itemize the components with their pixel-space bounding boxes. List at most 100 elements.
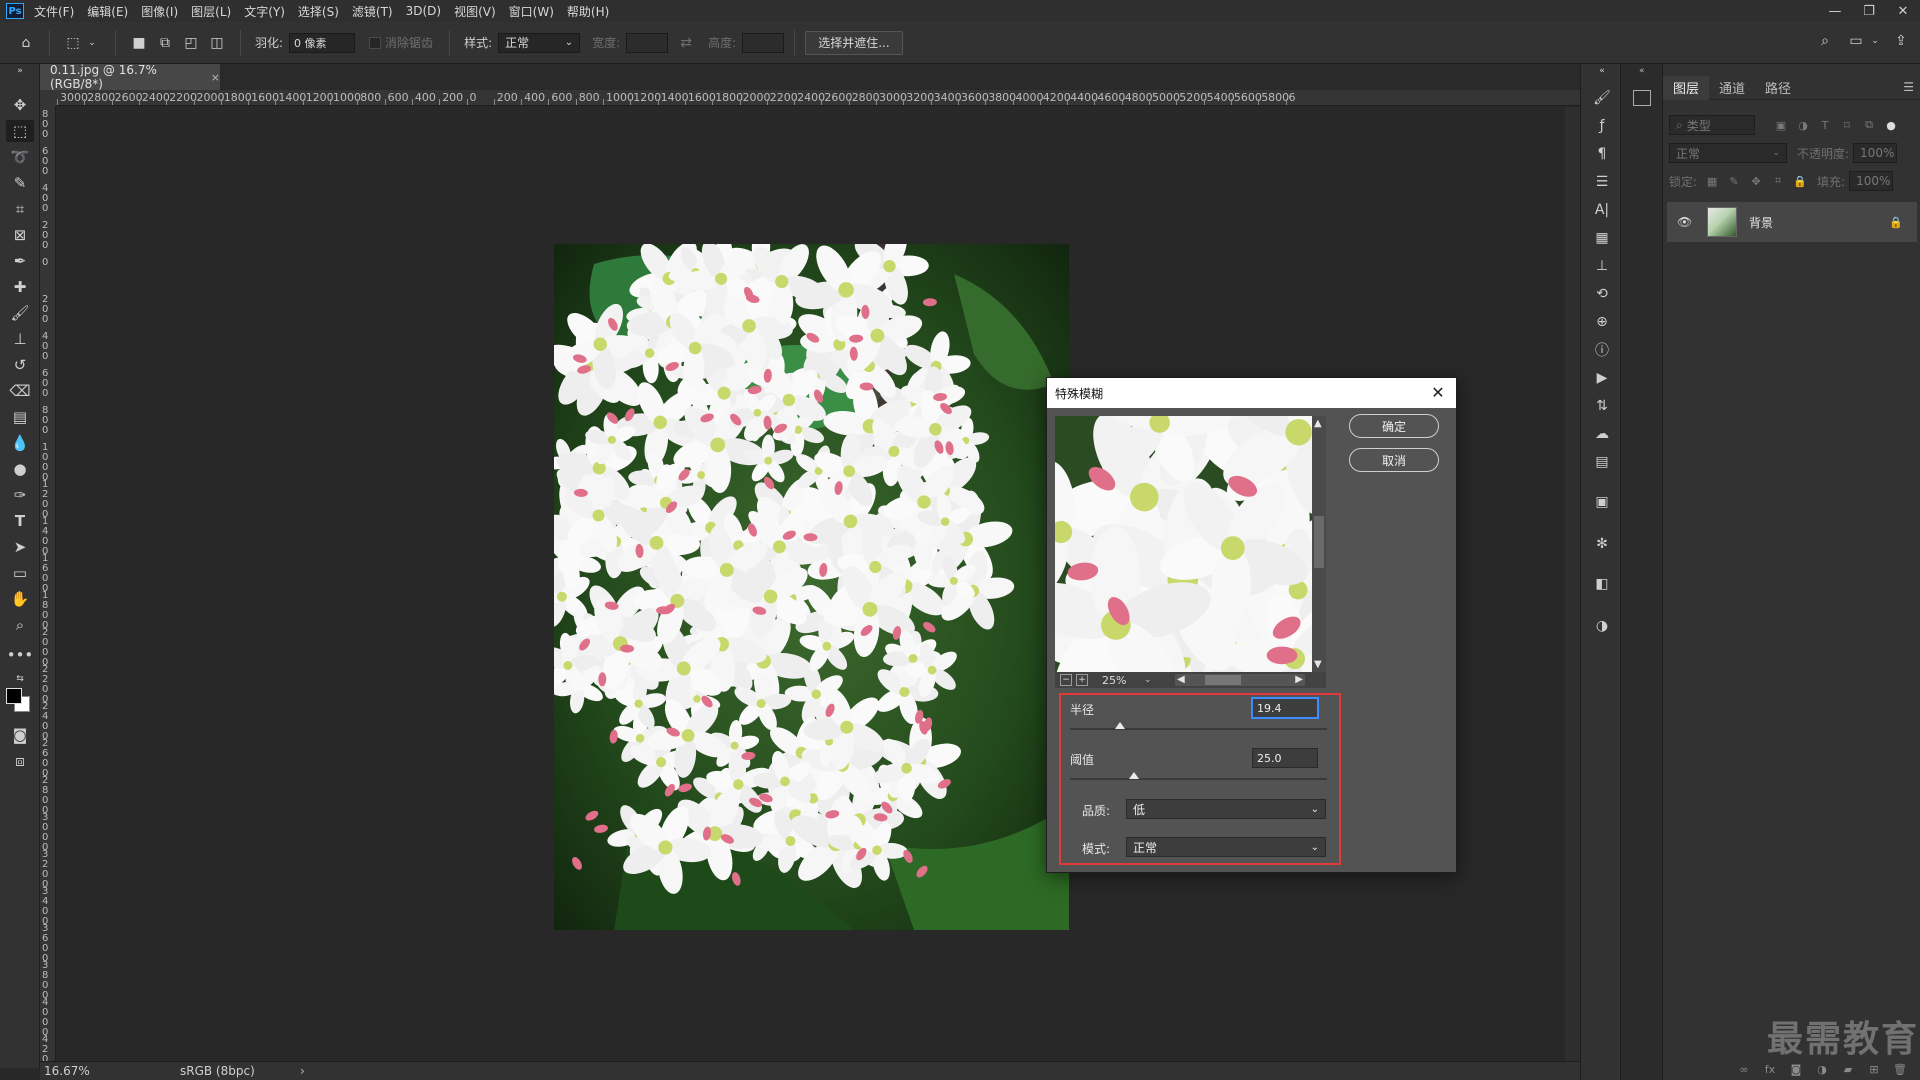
scroll-right-arrow-icon[interactable]: ▶ xyxy=(1295,674,1303,685)
gear-icon[interactable]: ✻ xyxy=(1591,534,1613,554)
link-layers-icon[interactable]: ∞ xyxy=(1736,1061,1752,1077)
preview-horizontal-scrollbar[interactable]: ◀ ▶ xyxy=(1175,674,1305,686)
close-icon[interactable]: × xyxy=(211,71,220,84)
brush-settings-icon[interactable]: 🖌 xyxy=(1591,88,1613,108)
menu-select[interactable]: 选择(S) xyxy=(298,3,339,20)
menu-view[interactable]: 视图(V) xyxy=(454,3,496,20)
lock-transparent-icon[interactable]: ▦ xyxy=(1704,173,1720,189)
search-icon[interactable]: ⌕ xyxy=(1815,31,1835,51)
document-image[interactable] xyxy=(554,244,1069,930)
preview-horizontal-thumb[interactable] xyxy=(1205,675,1241,685)
share-icon[interactable]: ⇪ xyxy=(1891,31,1911,51)
adjustments-icon[interactable]: ⇅ xyxy=(1591,396,1613,416)
lasso-tool-icon[interactable]: ➰ xyxy=(6,146,34,168)
select-and-mask-button[interactable]: 选择并遮住... xyxy=(805,30,903,55)
shape-filter-icon[interactable]: ⌑ xyxy=(1839,117,1855,133)
layer-name[interactable]: 背景 xyxy=(1749,214,1773,231)
menu-help[interactable]: 帮助(H) xyxy=(567,3,609,20)
height-input[interactable] xyxy=(742,32,785,53)
dialog-title-bar[interactable]: 特殊模糊 ✕ xyxy=(1047,378,1456,408)
foreground-color-swatch[interactable] xyxy=(6,688,22,704)
style-select[interactable]: 正常 ⌄ xyxy=(498,32,581,53)
quick-mask-icon[interactable]: ◙ xyxy=(6,724,34,746)
feather-input[interactable]: 0 像素 xyxy=(289,32,356,53)
menu-file[interactable]: 文件(F) xyxy=(34,3,74,20)
swap-icon[interactable]: ⇄ xyxy=(676,33,696,53)
layer-filter-select[interactable]: ⌕ 类型 xyxy=(1669,115,1755,135)
expand-toolbar-icon[interactable]: » xyxy=(6,66,34,76)
add-mask-icon[interactable]: ◙ xyxy=(1788,1061,1804,1077)
eyedropper-tool-icon[interactable]: ✒ xyxy=(6,250,34,272)
opacity-input[interactable]: 100% xyxy=(1853,143,1898,163)
intersect-selection-icon[interactable]: ◫ xyxy=(207,33,227,53)
healing-brush-tool-icon[interactable]: ✚ xyxy=(6,276,34,298)
chevron-down-icon[interactable]: ⌄ xyxy=(1865,31,1885,51)
collapse-icon[interactable]: « xyxy=(1591,66,1613,76)
new-adjustment-icon[interactable]: ◑ xyxy=(1814,1061,1830,1077)
hand-tool-icon[interactable]: ✋ xyxy=(6,588,34,610)
pen-tool-icon[interactable]: ✑ xyxy=(6,484,34,506)
blend-mode-select[interactable]: 正常 ⌄ xyxy=(1669,143,1787,163)
filter-preview[interactable] xyxy=(1055,416,1312,672)
type-tool-icon[interactable]: T xyxy=(6,510,34,532)
notes-icon[interactable]: ▣ xyxy=(1591,492,1613,512)
table-icon[interactable]: ▤ xyxy=(1591,452,1613,472)
close-window-button[interactable]: ✕ xyxy=(1886,0,1920,22)
visibility-eye-icon[interactable]: 👁 xyxy=(1677,215,1699,229)
clone-stamp-tool-icon[interactable]: ⊥ xyxy=(6,328,34,350)
menu-edit[interactable]: 编辑(E) xyxy=(87,3,128,20)
add-selection-icon[interactable]: ⧉ xyxy=(155,33,175,53)
preview-vertical-thumb[interactable] xyxy=(1314,516,1324,568)
cancel-button[interactable]: 取消 xyxy=(1349,448,1439,472)
tab-layers[interactable]: 图层 xyxy=(1663,75,1710,100)
zoom-in-icon[interactable]: + xyxy=(1076,674,1088,686)
eraser-tool-icon[interactable]: ⌫ xyxy=(6,380,34,402)
rect-marquee-tool-icon[interactable]: ⬚ xyxy=(6,120,34,142)
new-layer-icon[interactable]: ⊞ xyxy=(1866,1061,1882,1077)
type-filter-icon[interactable]: T xyxy=(1817,117,1833,133)
adjustment-filter-icon[interactable]: ◑ xyxy=(1795,117,1811,133)
mode-select[interactable]: 正常 ⌄ xyxy=(1126,837,1326,857)
more-tools-icon[interactable]: ••• xyxy=(6,644,34,666)
character-icon[interactable]: A| xyxy=(1591,200,1613,220)
clone-source-icon[interactable]: ⊥ xyxy=(1591,256,1613,276)
menu-image[interactable]: 图像(I) xyxy=(141,3,178,20)
crop-tool-icon[interactable]: ⌗ xyxy=(6,198,34,220)
preview-vertical-scrollbar[interactable]: ▲ ▼ xyxy=(1312,416,1326,672)
home-icon[interactable]: ⌂ xyxy=(16,33,36,53)
history-icon[interactable]: ⟲ xyxy=(1591,284,1613,304)
document-tab[interactable]: 0.11.jpg @ 16.7%(RGB/8*) × xyxy=(40,63,220,91)
close-icon[interactable]: ✕ xyxy=(1428,382,1448,402)
width-input[interactable] xyxy=(626,32,669,53)
menu-filter[interactable]: 滤镜(T) xyxy=(352,3,393,20)
rect-marquee-preset-icon[interactable]: ⬚ xyxy=(63,33,83,53)
threshold-slider-thumb[interactable] xyxy=(1129,772,1140,779)
ok-button[interactable]: 确定 xyxy=(1349,414,1439,438)
panel-menu-icon[interactable]: ☰ xyxy=(1903,80,1914,94)
path-select-tool-icon[interactable]: ➤ xyxy=(6,536,34,558)
swatches-icon[interactable]: ▦ xyxy=(1591,228,1613,248)
zoom-out-icon[interactable]: − xyxy=(1060,674,1072,686)
info-icon[interactable]: ⓘ xyxy=(1591,340,1613,360)
collapse-icon[interactable]: « xyxy=(1639,66,1645,76)
preview-zoom-value[interactable]: 25% xyxy=(1102,674,1132,687)
brush-tool-icon[interactable]: 🖌 xyxy=(6,302,34,324)
lock-pixels-icon[interactable]: ✎ xyxy=(1726,173,1742,189)
threshold-slider-track[interactable] xyxy=(1070,778,1327,780)
panel-toggle-icon[interactable] xyxy=(1633,90,1651,106)
chevron-down-icon[interactable]: ⌄ xyxy=(82,33,102,53)
screen-mode-icon[interactable]: ⧈ xyxy=(6,750,34,772)
scroll-left-arrow-icon[interactable]: ◀ xyxy=(1177,674,1185,685)
filter-toggle-icon[interactable]: ● xyxy=(1883,117,1899,133)
menu-layer[interactable]: 图层(L) xyxy=(191,3,231,20)
frame-tool-icon[interactable]: ⊠ xyxy=(6,224,34,246)
menu-window[interactable]: 窗口(W) xyxy=(509,3,554,20)
paragraph-icon[interactable]: ¶ xyxy=(1591,144,1613,164)
lock-artboard-icon[interactable]: ⌗ xyxy=(1770,173,1786,189)
fill-input[interactable]: 100% xyxy=(1849,171,1894,191)
device-preview-icon[interactable]: ◧ xyxy=(1591,574,1613,594)
chevron-down-icon[interactable]: ⌄ xyxy=(1144,675,1152,685)
swap-colors-icon[interactable]: ⇆ xyxy=(6,668,34,690)
tab-channels[interactable]: 通道 xyxy=(1709,76,1755,100)
canvas-scrollbar[interactable] xyxy=(1565,107,1580,1061)
